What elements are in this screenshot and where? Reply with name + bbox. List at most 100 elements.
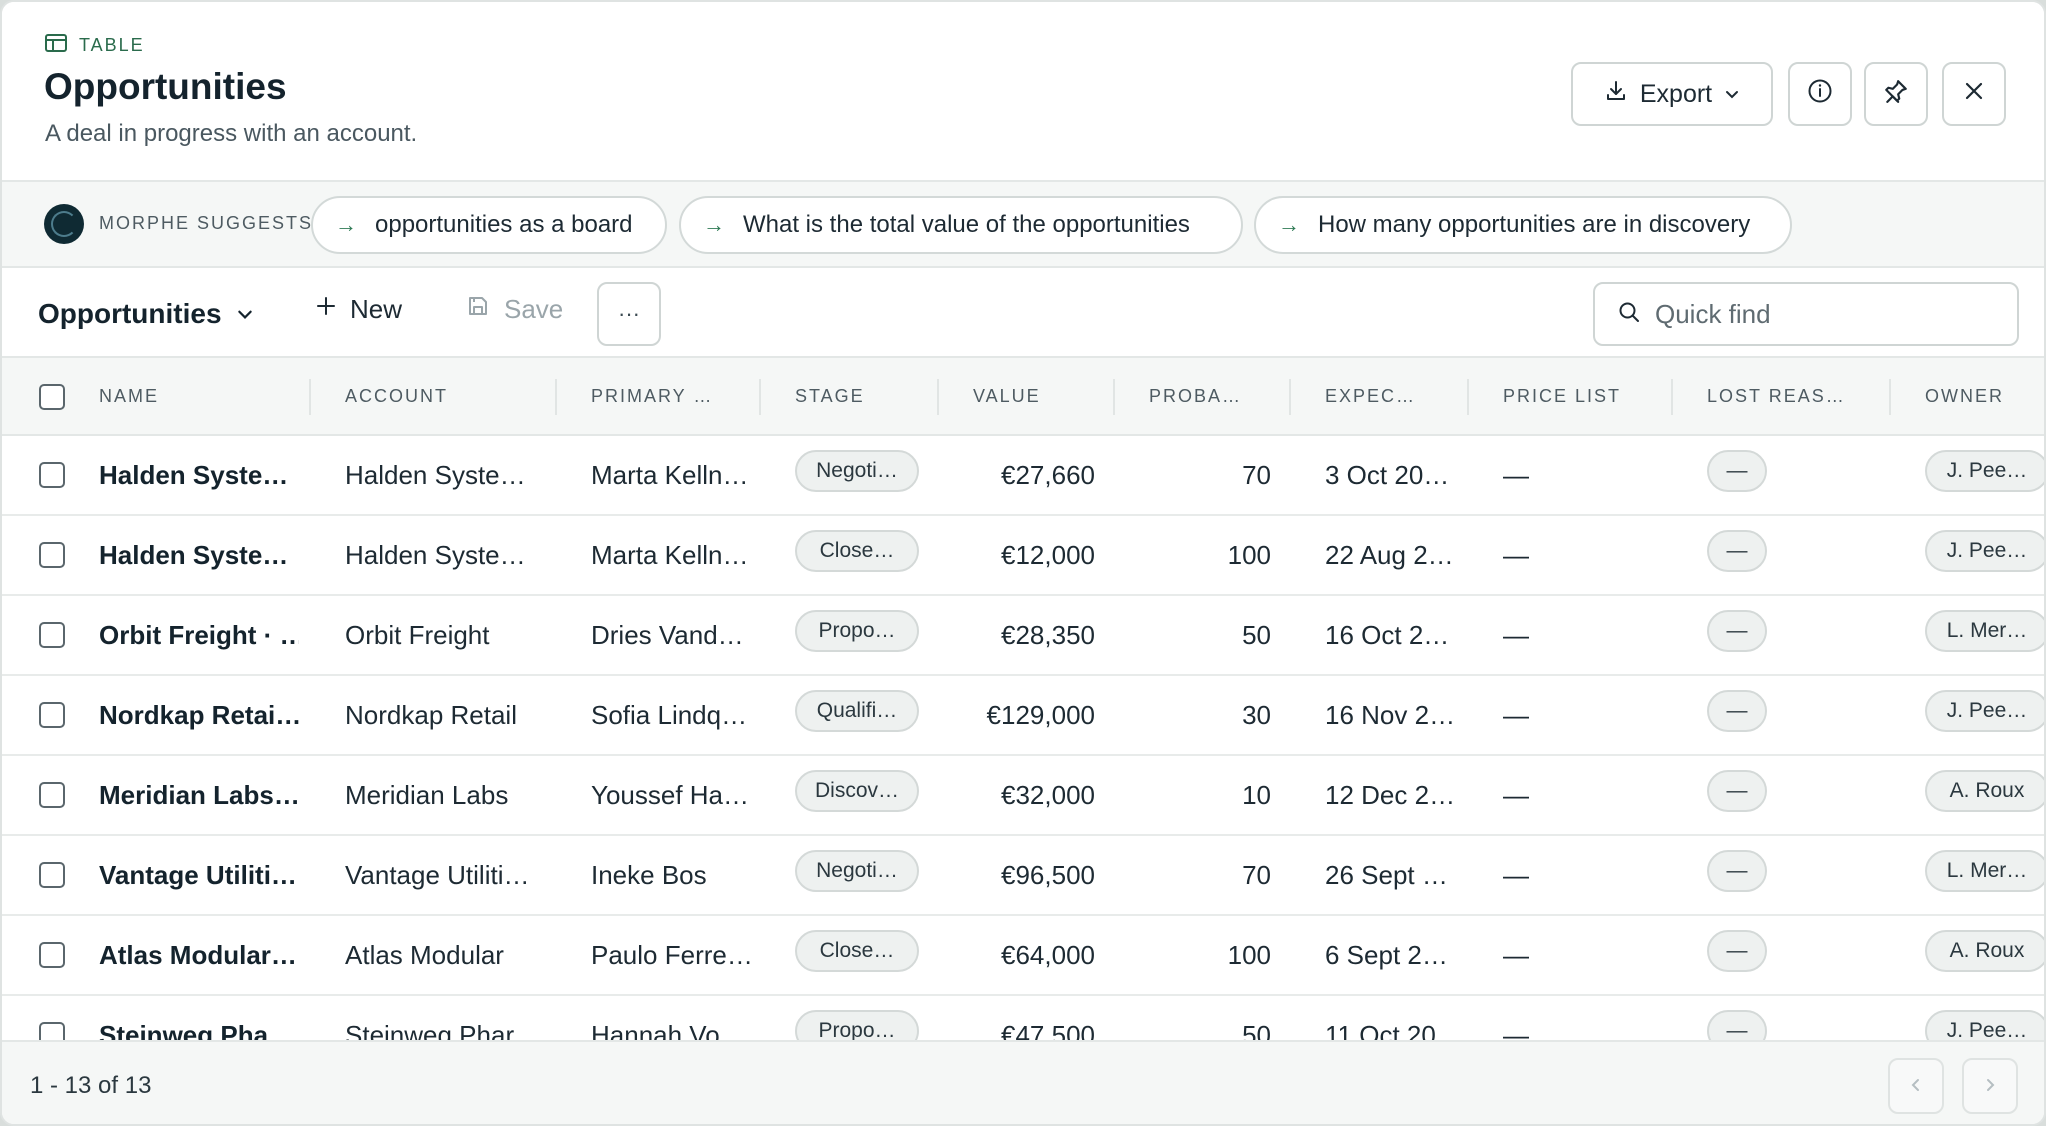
cell-primary-contact[interactable]: Ineke Bos — [591, 860, 751, 891]
column-header-value[interactable]: VALUE — [973, 386, 1041, 407]
column-header-price-list[interactable]: PRICE LIST — [1503, 386, 1621, 407]
pin-button[interactable] — [1864, 62, 1928, 126]
column-resize-handle[interactable] — [1467, 379, 1469, 415]
column-resize-handle[interactable] — [1113, 379, 1115, 415]
cell-name[interactable]: Atlas Modular… — [99, 940, 299, 971]
owner-badge[interactable]: A. Roux — [1925, 930, 2044, 972]
more-options-button[interactable]: ··· — [597, 282, 661, 346]
close-button[interactable] — [1942, 62, 2006, 126]
suggestion-chip[interactable]: → What is the total value of the opportu… — [679, 196, 1243, 254]
cell-name[interactable]: Nordkap Retai… — [99, 700, 299, 731]
cell-account[interactable]: Halden Syste… — [345, 460, 545, 491]
column-header-lost-reason[interactable]: LOST REAS… — [1707, 386, 1846, 407]
column-header-owner[interactable]: OWNER — [1925, 386, 2004, 407]
row-checkbox[interactable] — [39, 782, 65, 808]
column-resize-handle[interactable] — [309, 379, 311, 415]
next-page-button[interactable] — [1962, 1058, 2018, 1114]
owner-badge[interactable]: J. Pee… — [1925, 1010, 2044, 1040]
quick-find[interactable] — [1593, 282, 2019, 346]
column-header-primary-contact[interactable]: PRIMARY … — [591, 386, 713, 407]
column-header-name[interactable]: NAME — [99, 386, 159, 407]
opportunities-table: NAME ACCOUNT PRIMARY … STAGE VALUE PROBA… — [2, 358, 2044, 1040]
row-checkbox[interactable] — [39, 622, 65, 648]
owner-badge[interactable]: J. Pee… — [1925, 690, 2044, 732]
suggestion-text: What is the total value of the opportuni… — [743, 211, 1190, 238]
suggestion-chip[interactable]: → opportunities as a board — [311, 196, 667, 254]
owner-badge[interactable]: J. Pee… — [1925, 530, 2044, 572]
export-button[interactable]: Export — [1571, 62, 1773, 126]
cell-primary-contact[interactable]: Paulo Ferre… — [591, 940, 751, 971]
info-button[interactable] — [1788, 62, 1852, 126]
cell-primary-contact[interactable]: Dries Vand… — [591, 620, 751, 651]
column-header-account[interactable]: ACCOUNT — [345, 386, 448, 407]
column-header-expected-close[interactable]: EXPEC… — [1325, 386, 1416, 407]
table-row[interactable]: Steinweg Pha… Steinweg Phar… Hannah Vo… … — [2, 996, 2044, 1040]
save-button[interactable]: Save — [466, 294, 563, 325]
owner-badge[interactable]: J. Pee… — [1925, 450, 2044, 492]
owner-badge[interactable]: L. Mer… — [1925, 610, 2044, 652]
column-resize-handle[interactable] — [759, 379, 761, 415]
table-row[interactable]: Nordkap Retai… Nordkap Retail Sofia Lind… — [2, 676, 2044, 756]
cell-probability: 50 — [1242, 1020, 1271, 1040]
new-label: New — [350, 294, 403, 324]
cell-name[interactable]: Halden Syste… — [99, 540, 299, 571]
lost-reason-badge: — — [1707, 930, 1767, 972]
cell-name[interactable]: Vantage Utiliti… — [99, 860, 299, 891]
cell-account[interactable]: Orbit Freight — [345, 620, 545, 651]
select-all-checkbox[interactable] — [39, 384, 65, 410]
stage-badge: Qualifi… — [795, 690, 919, 732]
cell-value: €28,350 — [1001, 620, 1095, 650]
cell-value: €129,000 — [986, 700, 1095, 730]
row-checkbox[interactable] — [39, 942, 65, 968]
column-resize-handle[interactable] — [1289, 379, 1291, 415]
cell-name[interactable]: Steinweg Pha… — [99, 1020, 299, 1040]
cell-name[interactable]: Meridian Labs… — [99, 780, 299, 811]
table-row[interactable]: Vantage Utiliti… Vantage Utiliti… Ineke … — [2, 836, 2044, 916]
row-checkbox[interactable] — [39, 702, 65, 728]
new-button[interactable]: New — [314, 294, 402, 325]
cell-expected-close: 12 Dec 2… — [1325, 780, 1455, 810]
cell-value: €32,000 — [1001, 780, 1095, 810]
cell-account[interactable]: Vantage Utiliti… — [345, 860, 545, 891]
row-checkbox[interactable] — [39, 862, 65, 888]
suggestion-chip[interactable]: → How many opportunities are in discover… — [1254, 196, 1792, 254]
cell-primary-contact[interactable]: Hannah Vo… — [591, 1020, 751, 1040]
column-resize-handle[interactable] — [937, 379, 939, 415]
cell-expected-close: 3 Oct 20… — [1325, 460, 1450, 490]
column-resize-handle[interactable] — [1889, 379, 1891, 415]
column-header-stage[interactable]: STAGE — [795, 386, 865, 407]
row-checkbox[interactable] — [39, 542, 65, 568]
table-row[interactable]: Meridian Labs… Meridian Labs Youssef Ha…… — [2, 756, 2044, 836]
quick-find-input[interactable] — [1655, 298, 1995, 330]
owner-badge[interactable]: A. Roux — [1925, 770, 2044, 812]
cell-account[interactable]: Halden Syste… — [345, 540, 545, 571]
column-resize-handle[interactable] — [1671, 379, 1673, 415]
table-row[interactable]: Halden Syste… Halden Syste… Marta Kelln…… — [2, 516, 2044, 596]
cell-account[interactable]: Atlas Modular — [345, 940, 545, 971]
opportunities-panel: TABLE Opportunities A deal in progress w… — [0, 0, 2046, 1126]
cell-primary-contact[interactable]: Marta Kelln… — [591, 460, 751, 491]
owner-badge[interactable]: L. Mer… — [1925, 850, 2044, 892]
row-checkbox[interactable] — [39, 462, 65, 488]
cell-primary-contact[interactable]: Marta Kelln… — [591, 540, 751, 571]
previous-page-button[interactable] — [1888, 1058, 1944, 1114]
view-selector[interactable]: Opportunities — [38, 298, 254, 330]
row-checkbox[interactable] — [39, 1022, 65, 1040]
search-icon — [1617, 300, 1641, 329]
suggestion-bar: MORPHE SUGGESTS → opportunities as a boa… — [2, 182, 2044, 268]
cell-primary-contact[interactable]: Sofia Lindq… — [591, 700, 751, 731]
chevron-down-icon — [236, 298, 254, 330]
save-label: Save — [504, 294, 564, 324]
column-header-probability[interactable]: PROBA… — [1149, 386, 1242, 407]
cell-account[interactable]: Steinweg Phar… — [345, 1020, 545, 1040]
cell-account[interactable]: Nordkap Retail — [345, 700, 545, 731]
table-row[interactable]: Halden Syste… Halden Syste… Marta Kelln…… — [2, 436, 2044, 516]
table-row[interactable]: Orbit Freight · … Orbit Freight Dries Va… — [2, 596, 2044, 676]
cell-name[interactable]: Halden Syste… — [99, 460, 299, 491]
cell-price-list: — — [1503, 780, 1529, 810]
cell-account[interactable]: Meridian Labs — [345, 780, 545, 811]
column-resize-handle[interactable] — [555, 379, 557, 415]
cell-primary-contact[interactable]: Youssef Ha… — [591, 780, 751, 811]
cell-name[interactable]: Orbit Freight · … — [99, 620, 299, 651]
table-row[interactable]: Atlas Modular… Atlas Modular Paulo Ferre… — [2, 916, 2044, 996]
